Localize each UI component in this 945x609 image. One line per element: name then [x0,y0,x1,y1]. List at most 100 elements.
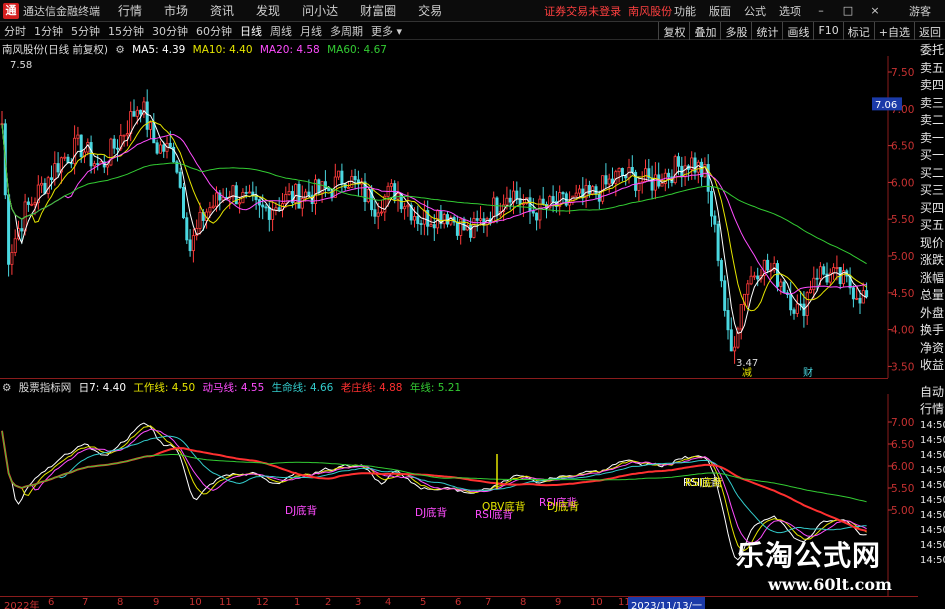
side-tab-quote[interactable]: 行情 [918,401,945,418]
candle-body [46,177,50,194]
indicator-axis-label: 5.00 [891,505,914,517]
indicator-axis-label: 7.00 [891,417,914,429]
side-tab-auto[interactable]: 自动 [918,384,945,401]
menu-news[interactable]: 资讯 [210,2,234,19]
tool-stats[interactable]: 统计 [751,22,782,40]
tool-overlay[interactable]: 叠加 [689,22,720,40]
login-status[interactable]: 证券交易未登录 南风股份 [544,3,672,19]
minimize-icon[interactable]: – [814,4,828,18]
side-tab-15[interactable]: 外盘 [918,305,945,323]
chart-tools: 复权 叠加 多股 统计 画线 F10 标记 +自选 返回 [658,22,945,40]
side-tab-8[interactable]: 买三 [918,182,945,200]
period-1min[interactable]: 1分钟 [30,23,67,39]
side-tab-12[interactable]: 涨跌 [918,252,945,270]
period-weekly[interactable]: 周线 [266,23,296,39]
candle-body [389,183,393,187]
side-tab-0[interactable]: 委托 [918,42,945,60]
period-more[interactable]: 更多 ▾ [367,23,406,39]
candle-body [587,185,591,195]
tool-mark[interactable]: 标记 [842,22,874,40]
period-5min[interactable]: 5分钟 [67,23,104,39]
tool-back[interactable]: 返回 [914,22,945,40]
menu-wealth[interactable]: 财富圈 [360,2,396,19]
event-mark[interactable]: 减 [742,367,752,378]
candle-body [337,170,341,178]
high-price-label: 7.58 [10,60,32,71]
app-title: 通达信金融终端 [23,4,100,18]
main-chart-legend: 南风股份(日线 前复权) ⚙ MA5: 4.39 MA10: 4.40 MA20… [2,42,391,56]
close-icon[interactable]: × [868,4,882,18]
watermark-title: 乐淘公式网 [736,539,882,572]
menu-market[interactable]: 市场 [164,2,188,19]
menu-layout[interactable]: 版面 [709,3,731,19]
menu-discover[interactable]: 发现 [256,2,280,19]
candle-body [244,191,248,194]
old-line-label: 老庄线: 4.88 [340,382,403,394]
price-axis-label: 5.50 [891,214,914,226]
tool-adjust[interactable]: 复权 [658,22,689,40]
motion-line-label: 动马线: 4.55 [202,382,265,394]
candle-body [152,122,156,144]
candle-body [822,266,826,275]
tool-add-favorite[interactable]: +自选 [873,22,914,40]
candle-body [601,175,605,202]
watermark-url: www.60lt.com [768,575,892,594]
candle-body [271,209,275,220]
side-tab-14[interactable]: 总量 [918,287,945,305]
side-tab-10[interactable]: 买五 [918,217,945,235]
date-axis-label: 10 [590,597,603,608]
side-tab-16[interactable]: 换手 [918,322,945,340]
candle-body [594,186,598,195]
menu-right: 功能 版面 公式 选项 – □ × 游客 [674,0,945,22]
tool-f10[interactable]: F10 [813,22,842,40]
tool-multi-stock[interactable]: 多股 [720,22,751,40]
period-monthly[interactable]: 月线 [296,23,326,39]
guest-user[interactable]: 游客 [909,3,931,19]
candlestick-chart[interactable]: 7.507.006.506.005.505.004.504.003.507.06… [0,56,918,378]
side-tab-7[interactable]: 买二 [918,165,945,183]
settings-icon[interactable]: ⚙ [115,44,124,56]
settings-icon[interactable]: ⚙ [2,382,11,394]
side-tab-18[interactable]: 收益 [918,357,945,375]
pane-divider[interactable] [0,378,888,379]
menu-formula[interactable]: 公式 [744,3,766,19]
side-tab-2[interactable]: 卖四 [918,77,945,95]
side-tab-11[interactable]: 现价 [918,235,945,253]
side-tab-9[interactable]: 买四 [918,200,945,218]
candle-body [416,216,420,224]
candle-body [861,290,865,304]
date-axis-label: 7 [485,597,492,608]
side-tab-6[interactable]: 买一 [918,147,945,165]
signal-label: RSI底背 [685,476,723,489]
side-tab-4[interactable]: 卖二 [918,112,945,130]
event-mark[interactable]: 财 [803,366,813,378]
side-tab-13[interactable]: 涨幅 [918,270,945,288]
candle-body [472,218,476,238]
menu-options[interactable]: 选项 [779,3,801,19]
candle-body [809,289,813,294]
side-tab-17[interactable]: 净资 [918,340,945,358]
candle-body [752,275,756,278]
period-intraday[interactable]: 分时 [0,23,30,39]
candle-body [112,138,116,149]
side-time: 14:50 [920,480,945,491]
candle-body [208,207,212,213]
signal-label: OBV底背 [482,500,525,513]
menu-trade[interactable]: 交易 [418,2,442,19]
menu-quotes[interactable]: 行情 [118,2,142,19]
candle-body [238,202,242,205]
side-tab-1[interactable]: 卖五 [918,60,945,78]
period-15min[interactable]: 15分钟 [104,23,148,39]
candle-body [749,275,753,285]
maximize-icon[interactable]: □ [841,4,855,18]
menu-assistant[interactable]: 问小达 [302,2,338,19]
side-tab-5[interactable]: 卖一 [918,130,945,148]
candle-body [261,204,265,208]
tool-draw[interactable]: 画线 [782,22,813,40]
menu-function[interactable]: 功能 [674,3,696,19]
side-tab-3[interactable]: 卖三 [918,95,945,113]
period-daily[interactable]: 日线 [236,23,266,39]
period-30min[interactable]: 30分钟 [148,23,192,39]
period-60min[interactable]: 60分钟 [192,23,236,39]
period-multi[interactable]: 多周期 [326,23,367,39]
